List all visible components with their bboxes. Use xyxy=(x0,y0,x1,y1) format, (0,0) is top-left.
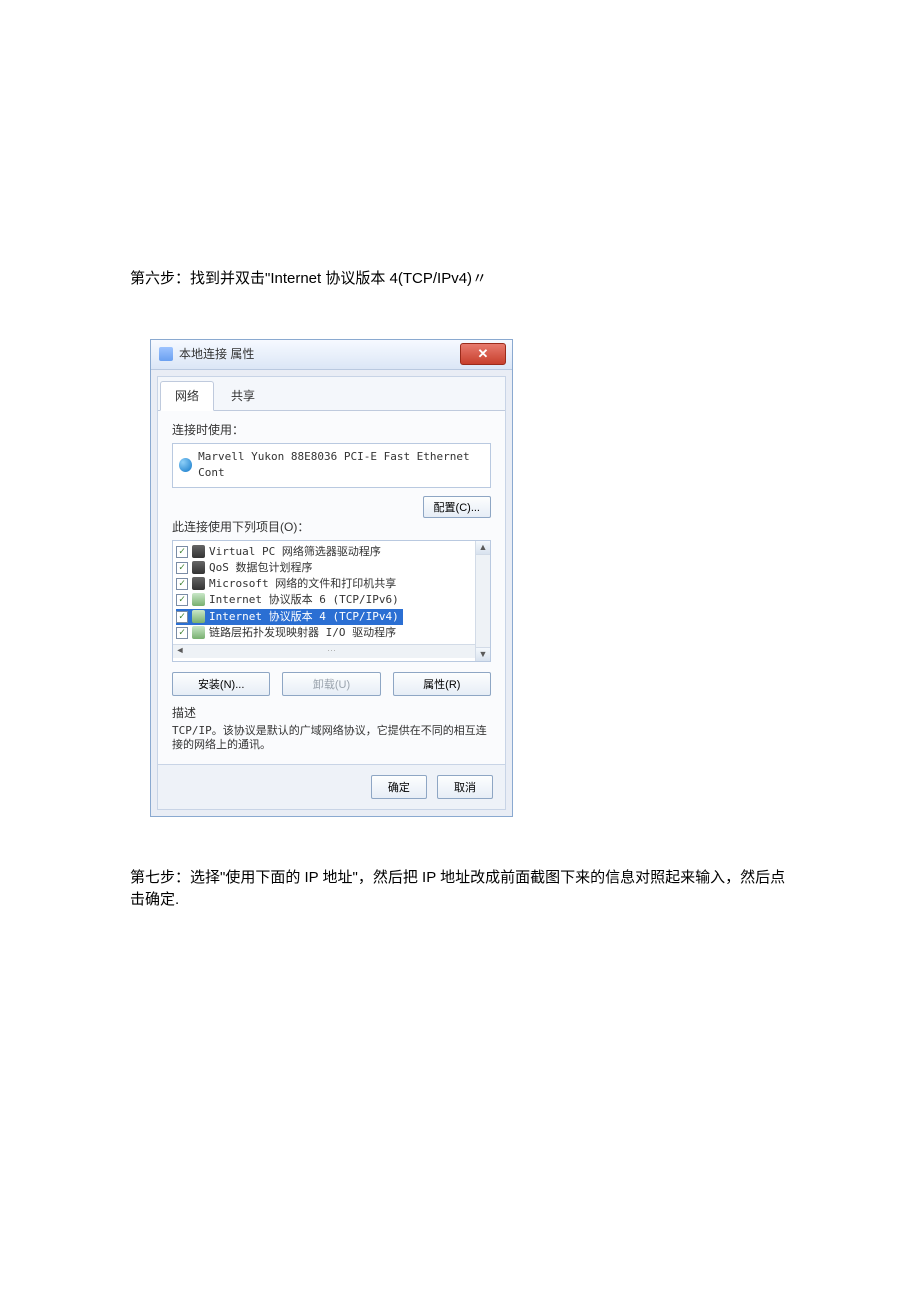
properties-dialog: 本地连接 属性 ✕ 网络 共享 连接时使用： Marvell Yukon 88E… xyxy=(150,339,513,817)
horizontal-scrollbar[interactable]: ◄ ··· ► xyxy=(173,644,490,658)
vertical-scrollbar[interactable]: ▲ ▼ xyxy=(475,541,490,661)
description-text: TCP/IP。该协议是默认的广域网络协议，它提供在不同的相互连接的网络上的通讯。 xyxy=(172,724,491,752)
component-icon xyxy=(192,545,205,558)
step7-text: 第七步：选择"使用下面的 IP 地址"，然后把 IP 地址改成前面截图下来的信息… xyxy=(130,867,790,912)
scroll-left-arrow-icon[interactable]: ◄ xyxy=(173,644,187,658)
step6-text: 第六步：找到并双击"Internet 协议版本 4(TCP/IPv4)〃 xyxy=(130,268,790,291)
checkbox[interactable]: ✓ xyxy=(176,578,188,590)
list-item[interactable]: ✓ Virtual PC 网络筛选器驱动程序 xyxy=(176,544,471,560)
component-icon xyxy=(192,593,205,606)
list-item-label: Internet 协议版本 6 (TCP/IPv6) xyxy=(209,592,399,608)
adapter-name: Marvell Yukon 88E8036 PCI-E Fast Etherne… xyxy=(198,449,484,482)
component-icon xyxy=(192,626,205,639)
network-adapter-icon xyxy=(179,458,192,472)
properties-button[interactable]: 属性(R) xyxy=(393,672,491,696)
install-button[interactable]: 安装(N)... xyxy=(172,672,270,696)
list-item-label: Microsoft 网络的文件和打印机共享 xyxy=(209,576,396,592)
list-item[interactable]: ✓ Microsoft 网络的文件和打印机共享 xyxy=(176,576,471,592)
cancel-button[interactable]: 取消 xyxy=(437,775,493,799)
list-item-label: QoS 数据包计划程序 xyxy=(209,560,313,576)
list-item-label: 链路层拓扑发现映射器 I/O 驱动程序 xyxy=(209,625,396,641)
adapter-field: Marvell Yukon 88E8036 PCI-E Fast Etherne… xyxy=(172,443,491,488)
list-item-label: Internet 协议版本 4 (TCP/IPv4) xyxy=(209,609,399,625)
close-button[interactable]: ✕ xyxy=(460,343,506,365)
dialog-title: 本地连接 属性 xyxy=(179,345,254,363)
configure-button[interactable]: 配置(C)... xyxy=(423,496,491,518)
tab-bar: 网络 共享 xyxy=(158,377,505,411)
list-item[interactable]: ✓ Internet 协议版本 6 (TCP/IPv6) xyxy=(176,592,471,608)
component-icon xyxy=(192,577,205,590)
list-item[interactable]: ✓ QoS 数据包计划程序 xyxy=(176,560,471,576)
ok-button[interactable]: 确定 xyxy=(371,775,427,799)
tab-share[interactable]: 共享 xyxy=(216,381,270,411)
checkbox[interactable]: ✓ xyxy=(176,546,188,558)
list-item[interactable]: ✓ Internet 协议版本 4 (TCP/IPv4) xyxy=(176,609,403,625)
checkbox[interactable]: ✓ xyxy=(176,594,188,606)
title-bar[interactable]: 本地连接 属性 ✕ xyxy=(151,340,512,370)
items-label: 此连接使用下列项目(O)： xyxy=(172,518,491,536)
description-label: 描述 xyxy=(172,704,491,722)
uninstall-button[interactable]: 卸载(U) xyxy=(282,672,380,696)
connect-using-label: 连接时使用： xyxy=(172,421,491,439)
list-item[interactable]: ✓ 链路层拓扑发现映射器 I/O 驱动程序 xyxy=(176,625,471,641)
list-item-label: Virtual PC 网络筛选器驱动程序 xyxy=(209,544,381,560)
checkbox[interactable]: ✓ xyxy=(176,611,188,623)
scroll-down-arrow-icon[interactable]: ▼ xyxy=(476,647,490,661)
checkbox[interactable]: ✓ xyxy=(176,627,188,639)
items-listbox[interactable]: ✓ Virtual PC 网络筛选器驱动程序 ✓ QoS 数据包计划程序 ✓ Micros… xyxy=(172,540,491,662)
component-icon xyxy=(192,610,205,623)
component-icon xyxy=(192,561,205,574)
checkbox[interactable]: ✓ xyxy=(176,562,188,574)
tab-network[interactable]: 网络 xyxy=(160,381,214,411)
scroll-up-arrow-icon[interactable]: ▲ xyxy=(476,541,490,555)
app-icon xyxy=(159,347,173,361)
